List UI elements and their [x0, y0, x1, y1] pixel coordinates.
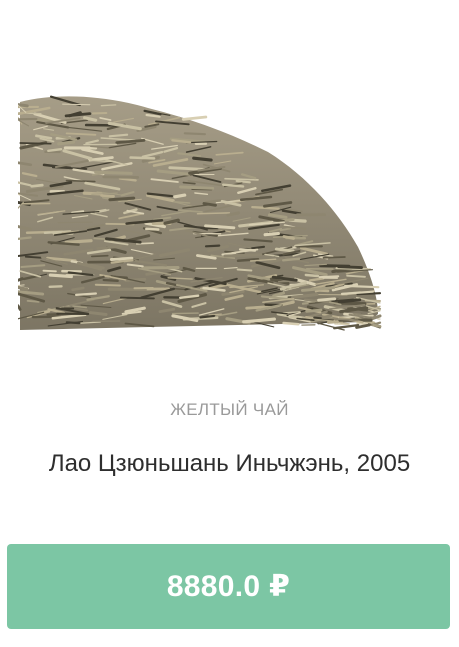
- tea-leaf-needle: [346, 274, 366, 278]
- tea-leaf-needle: [18, 277, 24, 282]
- price-label: 8880.0 ₽: [166, 570, 291, 603]
- tea-leaf-needle: [236, 268, 253, 272]
- tea-leaf-needle: [91, 254, 109, 258]
- tea-leaf-needle: [18, 284, 25, 286]
- tea-leaf-needle: [372, 323, 382, 328]
- tea-leaf-needle: [274, 247, 295, 253]
- tea-leaf-needle: [74, 292, 98, 296]
- tea-leaf-needle: [318, 275, 340, 279]
- tea-leaf-needle: [179, 185, 215, 190]
- tea-leaf-needle: [344, 284, 380, 289]
- tea-leaf-needle: [102, 278, 119, 282]
- tea-leaf-needle: [181, 115, 208, 121]
- tea-leaf-needle: [337, 265, 363, 270]
- tea-leaf-needle: [62, 103, 91, 106]
- product-category: ЖЕЛТЫЙ ЧАЙ: [170, 400, 289, 419]
- tea-leaf-needle: [204, 244, 221, 248]
- tea-leaf-needle: [304, 273, 320, 278]
- product-card: ЖЕЛТЫЙ ЧАЙ Лао Цзюньшань Иньчжэнь, 2005 …: [0, 0, 459, 647]
- tea-leaf-needle: [18, 236, 32, 240]
- tea-leaf-needle: [19, 142, 52, 145]
- tea-leaf-needle: [88, 311, 108, 316]
- tea-leaf-needle: [30, 183, 44, 188]
- tea-leaf-needle: [57, 140, 76, 146]
- tea-leaf-needle: [24, 255, 42, 259]
- tea-leaf-needle: [108, 196, 136, 202]
- tea-leaf-needle: [282, 321, 300, 326]
- tea-leaf-needle: [100, 104, 117, 107]
- tea-leaf-needle: [173, 193, 187, 199]
- tea-leaf-needle: [100, 194, 115, 198]
- tea-leaf-needle: [305, 308, 323, 313]
- tea-leaf-needle: [26, 299, 40, 303]
- tea-leaf-needle: [317, 297, 337, 302]
- tea-leaf-needle: [119, 296, 155, 300]
- tea-leaf-needle: [223, 253, 263, 258]
- tea-leaf-needle: [102, 175, 140, 179]
- tea-leaf-needle: [202, 202, 217, 207]
- tea-leaf-needle: [18, 103, 29, 108]
- tea-leaf-needle: [224, 177, 259, 181]
- tea-leaf-needle: [18, 304, 22, 311]
- tea-leaf-needle: [71, 286, 85, 292]
- tea-leaf-needle: [171, 312, 199, 315]
- tea-leaf-needle: [48, 273, 73, 279]
- tea-leaf-needle: [48, 285, 63, 289]
- product-image[interactable]: [18, 82, 438, 352]
- tea-leaf-needle: [235, 179, 251, 184]
- tea-leaf-needle: [182, 181, 196, 185]
- tea-leaf-needle: [196, 212, 231, 215]
- tea-leaf-needle: [109, 256, 134, 261]
- price-button[interactable]: 8880.0 ₽: [7, 544, 450, 629]
- tea-leaf-needle: [192, 156, 213, 162]
- tea-leaf-needle: [334, 323, 350, 326]
- tea-leaf-needle: [168, 166, 206, 171]
- tea-leaf-needle: [145, 271, 160, 276]
- product-title[interactable]: Лао Цзюньшань Иньчжэнь, 2005: [0, 448, 459, 480]
- tea-leaf-needle: [42, 269, 57, 273]
- tea-leaf-needle: [47, 147, 63, 153]
- tea-leaf-needle: [282, 257, 301, 262]
- tea-leaf-needle: [145, 227, 160, 231]
- tea-leaf-needle: [94, 170, 133, 175]
- tea-leaf-needle: [94, 283, 121, 287]
- tea-leaf-needle: [322, 256, 346, 259]
- tea-leaf-needle: [221, 183, 245, 188]
- tea-leaf-needle: [183, 132, 206, 136]
- tea-leaf-needle: [199, 314, 216, 319]
- tea-leaf-needle: [263, 231, 280, 237]
- tea-leaf-needle: [18, 285, 29, 291]
- tea-leaf-needle: [204, 224, 236, 230]
- tea-leaf-needle: [277, 280, 291, 283]
- tea-leaf-needle: [64, 239, 93, 244]
